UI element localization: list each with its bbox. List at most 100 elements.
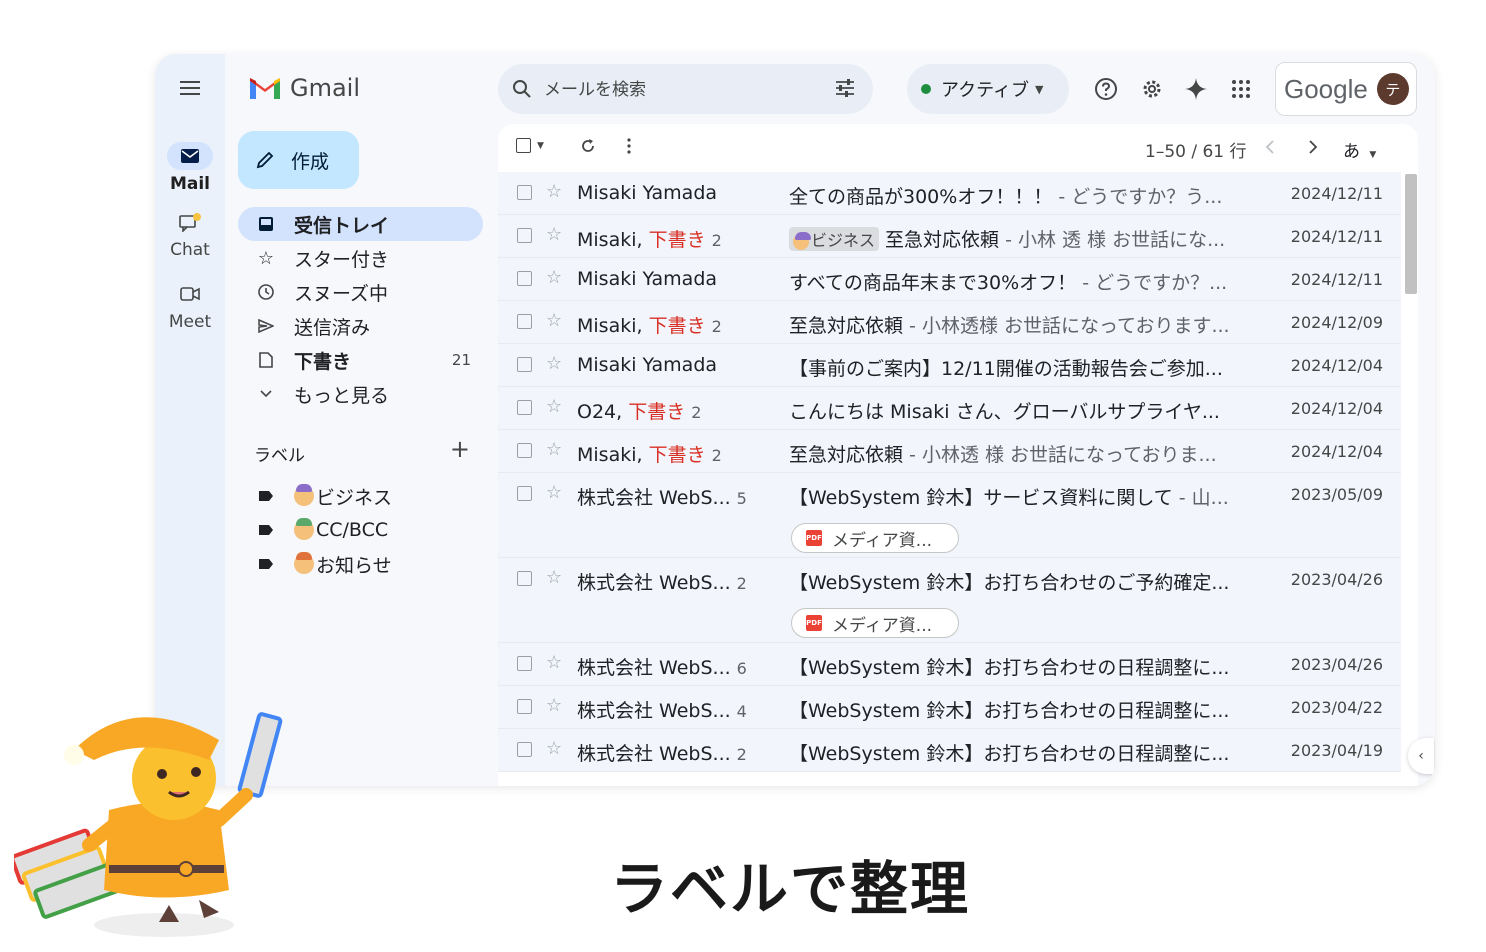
row-checkbox[interactable] — [517, 571, 532, 586]
nav-item-drafts[interactable]: 下書き 21 — [238, 343, 483, 377]
label-chip[interactable]: ビジネス — [789, 227, 880, 251]
refresh-icon[interactable] — [580, 138, 596, 154]
more-vert-icon[interactable] — [627, 138, 631, 154]
avatar[interactable]: テ — [1376, 73, 1409, 105]
row-checkbox[interactable] — [517, 357, 532, 372]
subject: 至急対応依頼 — [789, 315, 904, 337]
row-checkbox[interactable] — [517, 742, 532, 757]
row-checkbox[interactable] — [517, 228, 532, 243]
attachment-chip[interactable]: PDF メディア資... — [791, 523, 959, 553]
star-icon[interactable]: ☆ — [546, 181, 562, 202]
subject-line: 至急対応依頼 - 小林透様 お世話になっております... — [789, 311, 1259, 338]
row-checkbox[interactable] — [517, 699, 532, 714]
email-row[interactable]: ☆ 株式会社 WebS... 6 【WebSystem 鈴木】お打ち合わせの日程調… — [498, 643, 1401, 686]
elf-mascot-illustration — [14, 712, 283, 937]
star-icon[interactable]: ☆ — [546, 310, 562, 331]
search-input[interactable] — [542, 76, 816, 104]
subject-line: 【WebSystem 鈴木】お打ち合わせの日程調整に... — [789, 653, 1259, 680]
status-selector[interactable]: アクティブ ▼ — [907, 64, 1069, 114]
search-icon[interactable] — [512, 79, 532, 99]
star-icon[interactable]: ☆ — [546, 695, 562, 716]
row-checkbox[interactable] — [517, 656, 532, 671]
gmail-window: Mail Chat Meet Gmail 作成 受信トレイ ☆ スター付き スヌ… — [155, 54, 1435, 786]
email-row[interactable]: ☆ 株式会社 WebS... 5 【WebSystem 鈴木】サービス資料に関して… — [498, 473, 1401, 558]
email-row[interactable]: ☆ Misaki Yamada すべての商品年末まで30%オフ！ - どうですか… — [498, 258, 1401, 301]
row-checkbox[interactable] — [517, 443, 532, 458]
star-icon[interactable]: ☆ — [546, 396, 562, 417]
draft-icon — [256, 352, 276, 368]
settings-gear-icon[interactable] — [1139, 76, 1165, 102]
input-tools-button[interactable]: あ ▼ — [1343, 137, 1376, 162]
email-date: 2024/12/04 — [1290, 356, 1383, 375]
scrollbar-thumb[interactable] — [1405, 174, 1417, 294]
thread-count: 2 — [711, 446, 722, 465]
compose-button[interactable]: 作成 — [238, 131, 359, 189]
search-options-icon[interactable] — [835, 79, 855, 97]
menu-icon[interactable] — [180, 81, 200, 95]
email-row[interactable]: ☆ Misaki, 下書き 2 ビジネス 至急対応依頼 - 小林 透 様 お世話にな… — [498, 215, 1401, 258]
email-row[interactable]: ☆ Misaki Yamada 【事前のご案内】12/11開催の活動報告会ご参加… — [498, 344, 1401, 387]
star-icon[interactable]: ☆ — [546, 738, 562, 759]
nav-item-sent[interactable]: 送信済み — [238, 309, 483, 343]
row-checkbox[interactable] — [517, 314, 532, 329]
star-icon: ☆ — [257, 247, 275, 269]
rail-item-chat[interactable]: Chat — [155, 208, 225, 260]
row-checkbox[interactable] — [517, 486, 532, 501]
nav-item-starred[interactable]: ☆ スター付き — [238, 241, 483, 275]
email-row[interactable]: ☆ Misaki Yamada 全ての商品が300%オフ！！！ - どうですか？… — [498, 172, 1401, 215]
label-item-business[interactable]: ビジネス — [254, 479, 392, 513]
drafts-count: 21 — [451, 351, 471, 369]
nav-item-more[interactable]: もっと見る — [238, 377, 483, 411]
attachment-chip[interactable]: PDF メディア資... — [791, 608, 959, 638]
row-checkbox[interactable] — [517, 400, 532, 415]
email-date: 2024/12/11 — [1290, 270, 1383, 289]
apps-grid-icon[interactable] — [1228, 76, 1254, 102]
gmail-logo[interactable]: Gmail — [248, 74, 360, 102]
label-item-notice[interactable]: お知らせ — [254, 547, 392, 581]
row-checkbox[interactable] — [517, 185, 532, 200]
select-all-checkbox[interactable]: ▼ — [516, 138, 544, 153]
account-switcher[interactable]: Google テ — [1275, 62, 1417, 116]
help-icon[interactable] — [1093, 76, 1119, 102]
list-toolbar: ▼ 1–50 / 61 行 あ ▼ — [498, 124, 1418, 172]
add-label-button[interactable]: + — [450, 435, 470, 463]
email-row[interactable]: ☆ O24, 下書き 2 こんにちは Misaki さん、グローバルサプライヤ..… — [498, 387, 1401, 430]
subject-line: 【WebSystem 鈴木】お打ち合わせの日程調整に... — [789, 739, 1259, 766]
caption-heading: ラベルで整理 — [610, 855, 971, 923]
row-checkbox[interactable] — [517, 271, 532, 286]
star-icon[interactable]: ☆ — [546, 482, 562, 503]
rail-item-meet[interactable]: Meet — [155, 280, 225, 332]
rail-item-mail[interactable]: Mail — [155, 142, 225, 194]
star-icon[interactable]: ☆ — [546, 267, 562, 288]
label-tag-icon — [258, 485, 274, 507]
sender-name: 株式会社 WebS... — [577, 572, 731, 594]
status-label: アクティブ — [941, 80, 1030, 101]
email-row[interactable]: ☆ Misaki, 下書き 2 至急対応依頼 - 小林透様 お世話になっております… — [498, 301, 1401, 344]
draft-marker: 下書き — [628, 401, 686, 423]
nav-item-snoozed[interactable]: スヌーズ中 — [238, 275, 483, 309]
star-icon[interactable]: ☆ — [546, 224, 562, 245]
sender: Misaki, 下書き 2 — [577, 440, 777, 467]
pdf-icon: PDF — [806, 530, 822, 546]
labels-heading-text: ラベル — [254, 446, 305, 466]
email-row[interactable]: ☆ 株式会社 WebS... 2 【WebSystem 鈴木】お打ち合わせの日程調… — [498, 729, 1401, 772]
label-item-ccbcc[interactable]: CC/BCC — [254, 513, 392, 547]
rail-label-chat: Chat — [170, 240, 210, 260]
sender: Misaki Yamada — [577, 354, 777, 376]
snippet: - どうですか？... — [1076, 272, 1228, 294]
nav-label-more: もっと見る — [294, 384, 390, 407]
star-icon[interactable]: ☆ — [546, 652, 562, 673]
subject: 【WebSystem 鈴木】サービス資料に関して — [789, 487, 1173, 509]
star-icon[interactable]: ☆ — [546, 439, 562, 460]
email-row[interactable]: ☆ Misaki, 下書き 2 至急対応依頼 - 小林透 様 お世話になっておりま… — [498, 430, 1401, 473]
email-row[interactable]: ☆ 株式会社 WebS... 4 【WebSystem 鈴木】お打ち合わせの日程調… — [498, 686, 1401, 729]
star-icon[interactable]: ☆ — [546, 353, 562, 374]
sparkle-icon[interactable] — [1183, 76, 1209, 102]
next-page-icon[interactable] — [1308, 140, 1318, 154]
prev-page-icon[interactable] — [1265, 140, 1275, 154]
email-row[interactable]: ☆ 株式会社 WebS... 2 【WebSystem 鈴木】お打ち合わせのご予約… — [498, 558, 1401, 643]
subject: 【WebSystem 鈴木】お打ち合わせの日程調整に... — [789, 743, 1230, 765]
nav-item-inbox[interactable]: 受信トレイ — [238, 207, 483, 241]
star-icon[interactable]: ☆ — [546, 567, 562, 588]
nav-label-inbox: 受信トレイ — [294, 214, 390, 237]
